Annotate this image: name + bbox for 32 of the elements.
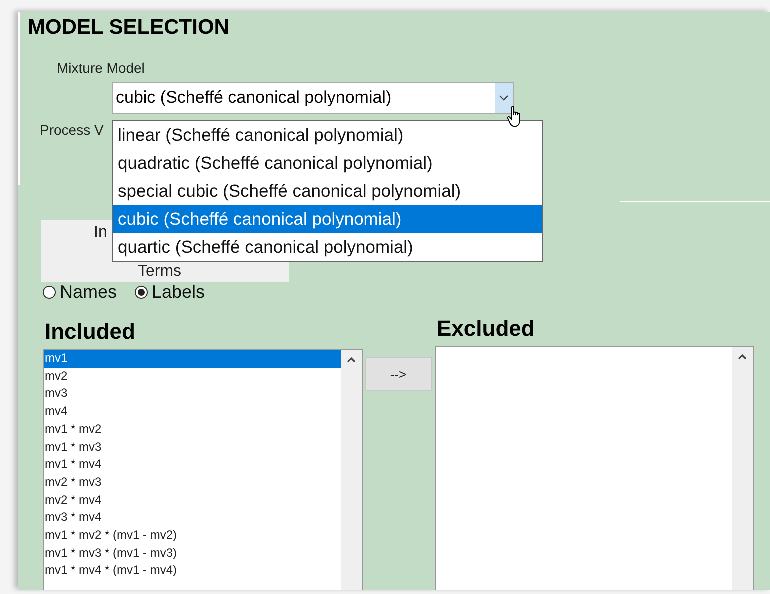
scrollbar[interactable] [341,350,362,590]
scrollbar[interactable] [732,347,753,590]
scroll-up-icon[interactable] [347,357,356,363]
model-dropdown[interactable]: cubic (Scheffé canonical polynomial) [112,82,514,114]
list-heading: Included [45,319,136,345]
scroll-up-icon[interactable] [738,354,747,360]
radio-option[interactable]: Names [43,282,118,303]
dropdown-option[interactable]: cubic (Scheffé canonical polynomial) [113,205,542,233]
list-item[interactable]: mv1 [44,350,341,368]
dropdown-option[interactable]: quadratic (Scheffé canonical polynomial) [113,149,542,177]
list-item[interactable]: mv1 * mv4 [44,456,341,474]
list-item[interactable]: mv2 * mv4 [44,492,341,510]
included-list[interactable]: mv1 mv2 mv3 mv4 mv1 * mv2 mv1 * mv3 mv1 * mv4 mv2 * mv3 mv2 * mv4 mv3 * mv4 mv1 * mv2 * (mv1 - mv2) mv1 * mv3 * (mv1 - mv3) mv1 * mv4 * (mv1 - mv4) [43,349,363,590]
list-item[interactable]: mv1 * mv3 * (mv1 - mv3) [44,544,341,562]
list-heading: Excluded [437,316,536,342]
dropdown-option[interactable]: special cubic (Scheffé canonical polynomial) [113,177,542,205]
list-item[interactable]: mv1 * mv3 [44,438,341,456]
list-item[interactable]: mv1 * mv2 [44,420,341,439]
radio-option[interactable]: Labels [135,282,206,303]
dropdown-option[interactable]: linear (Scheffé canonical polynomial) [113,121,542,149]
chevron-down-icon[interactable] [495,83,513,113]
list-item[interactable]: mv2 * mv3 [44,474,341,492]
list-item[interactable]: mv1 * mv2 * (mv1 - mv2) [44,527,341,545]
list-item[interactable]: mv2 [44,368,341,386]
field-label: Process V [40,122,104,138]
move-button[interactable]: --> [365,357,432,391]
list-item[interactable]: mv3 [44,385,341,404]
list-item[interactable]: mv1 * mv4 * (mv1 - mv4) [44,562,341,580]
field-label: Mixture Model [57,60,145,76]
list-item[interactable]: mv4 [44,403,341,421]
section-title: MODEL SELECTION [27,15,230,41]
list-item[interactable]: mv3 * mv4 [44,509,341,528]
